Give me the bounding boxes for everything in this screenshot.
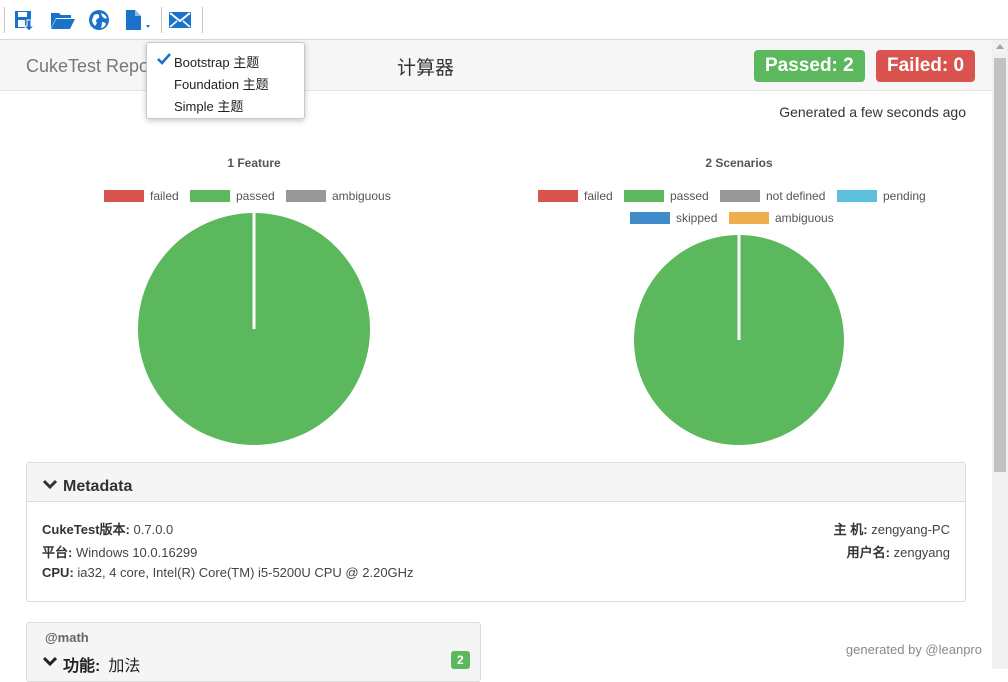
save-icon: [13, 9, 35, 31]
feature-keyword: 功能:: [63, 658, 101, 675]
metadata-row: CPU: ia32, 4 core, Intel(R) Core(TM) i5-…: [42, 565, 414, 580]
metadata-value: zengyang: [893, 545, 950, 560]
vertical-scrollbar[interactable]: [992, 40, 1008, 669]
legend-item[interactable]: ambiguous: [729, 211, 834, 225]
legend-label: passed: [670, 189, 709, 203]
feature-pie-chart: [138, 213, 370, 445]
menu-item-simple-theme[interactable]: Simple 主题: [147, 93, 304, 115]
legend-swatch: [720, 190, 760, 202]
legend-item[interactable]: ambiguous: [286, 189, 391, 203]
metadata-row: 平台: Windows 10.0.16299: [42, 542, 197, 561]
theme-menu-button[interactable]: [122, 8, 154, 32]
legend-label: failed: [150, 189, 179, 203]
chart-title: 2 Scenarios: [705, 156, 773, 170]
toolbar-separator: [161, 7, 162, 33]
brand-title[interactable]: CukeTest Repo: [26, 56, 149, 77]
open-button[interactable]: [50, 8, 76, 32]
web-button[interactable]: [86, 8, 112, 32]
legend-item[interactable]: passed: [624, 189, 709, 203]
metadata-row: 用户名: zengyang: [847, 542, 950, 561]
feature-title[interactable]: 功能: 加法: [42, 652, 141, 676]
feature-tag: @math: [45, 630, 89, 645]
metadata-panel-header[interactable]: Metadata: [27, 463, 965, 502]
legend-label: pending: [883, 189, 926, 203]
mail-icon: [168, 10, 192, 30]
metadata-row: 主 机: zengyang-PC: [834, 519, 950, 538]
footer-credit[interactable]: generated by @leanpro: [846, 642, 982, 657]
legend-label: not defined: [766, 189, 826, 203]
scenario-pie-chart: [634, 235, 844, 445]
menu-item-foundation-theme[interactable]: Foundation 主题: [147, 71, 304, 93]
checkmark-icon: [157, 53, 171, 68]
email-button[interactable]: [167, 8, 193, 32]
chevron-down-icon: [42, 655, 63, 673]
save-button[interactable]: [11, 8, 37, 32]
metadata-key: CukeTest版本:: [42, 522, 130, 537]
metadata-key: 用户名:: [846, 545, 890, 560]
failed-badge: Failed: 0: [876, 50, 976, 82]
toolbar-separator: [4, 7, 5, 33]
legend-swatch: [104, 190, 144, 202]
menu-item-label: Foundation 主题: [174, 77, 269, 92]
metadata-key: 平台:: [42, 545, 73, 560]
menu-item-label: Simple 主题: [174, 99, 244, 114]
legend-item[interactable]: failed: [104, 189, 179, 203]
legend-item[interactable]: skipped: [630, 211, 717, 225]
metadata-heading: Metadata: [63, 478, 133, 495]
legend-swatch: [538, 190, 578, 202]
legend-label: ambiguous: [775, 211, 834, 225]
scroll-thumb[interactable]: [994, 58, 1006, 472]
passed-badge: Passed: 2: [754, 50, 865, 82]
toolbar: [0, 0, 1008, 40]
metadata-panel: Metadata CukeTest版本: 0.7.0.0 平台: Windows…: [26, 462, 966, 602]
theme-dropdown-menu: Bootstrap 主题 Foundation 主题 Simple 主题: [146, 42, 305, 119]
legend-label: failed: [584, 189, 613, 203]
scenario-count-badge: 2: [451, 651, 470, 669]
document-theme-icon: [122, 8, 154, 32]
menu-item-bootstrap-theme[interactable]: Bootstrap 主题: [147, 49, 304, 71]
metadata-key: CPU:: [42, 565, 74, 580]
legend-swatch: [837, 190, 877, 202]
generated-time: Generated a few seconds ago: [779, 104, 966, 120]
legend-label: skipped: [676, 211, 718, 225]
menu-item-label: Bootstrap 主题: [174, 55, 260, 70]
page-title: 计算器: [397, 57, 455, 79]
metadata-value: Windows 10.0.16299: [75, 545, 198, 560]
legend-swatch: [630, 212, 670, 224]
chevron-down-icon: [42, 478, 63, 496]
legend-item[interactable]: failed: [538, 189, 613, 203]
legend-swatch: [624, 190, 664, 202]
legend-swatch: [729, 212, 769, 224]
globe-icon: [88, 9, 110, 31]
feature-panel[interactable]: @math 功能: 加法 2: [26, 622, 481, 682]
metadata-row: CukeTest版本: 0.7.0.0: [42, 519, 173, 538]
metadata-key: 主 机:: [833, 522, 868, 537]
legend-item[interactable]: passed: [190, 189, 275, 203]
legend-label: passed: [236, 189, 275, 203]
feature-name: 加法: [108, 658, 141, 675]
toolbar-separator: [202, 7, 203, 33]
legend-swatch: [286, 190, 326, 202]
chart-title: 1 Feature: [227, 156, 281, 170]
metadata-value: ia32, 4 core, Intel(R) Core(TM) i5-5200U…: [77, 565, 414, 580]
metadata-value: zengyang-PC: [871, 522, 950, 537]
metadata-value: 0.7.0.0: [133, 522, 174, 537]
legend-item[interactable]: pending: [837, 189, 926, 203]
legend-swatch: [190, 190, 230, 202]
open-folder-icon: [50, 9, 76, 31]
legend-item[interactable]: not defined: [720, 189, 825, 203]
scroll-up-arrow-icon[interactable]: [996, 44, 1004, 49]
legend-label: ambiguous: [332, 189, 391, 203]
